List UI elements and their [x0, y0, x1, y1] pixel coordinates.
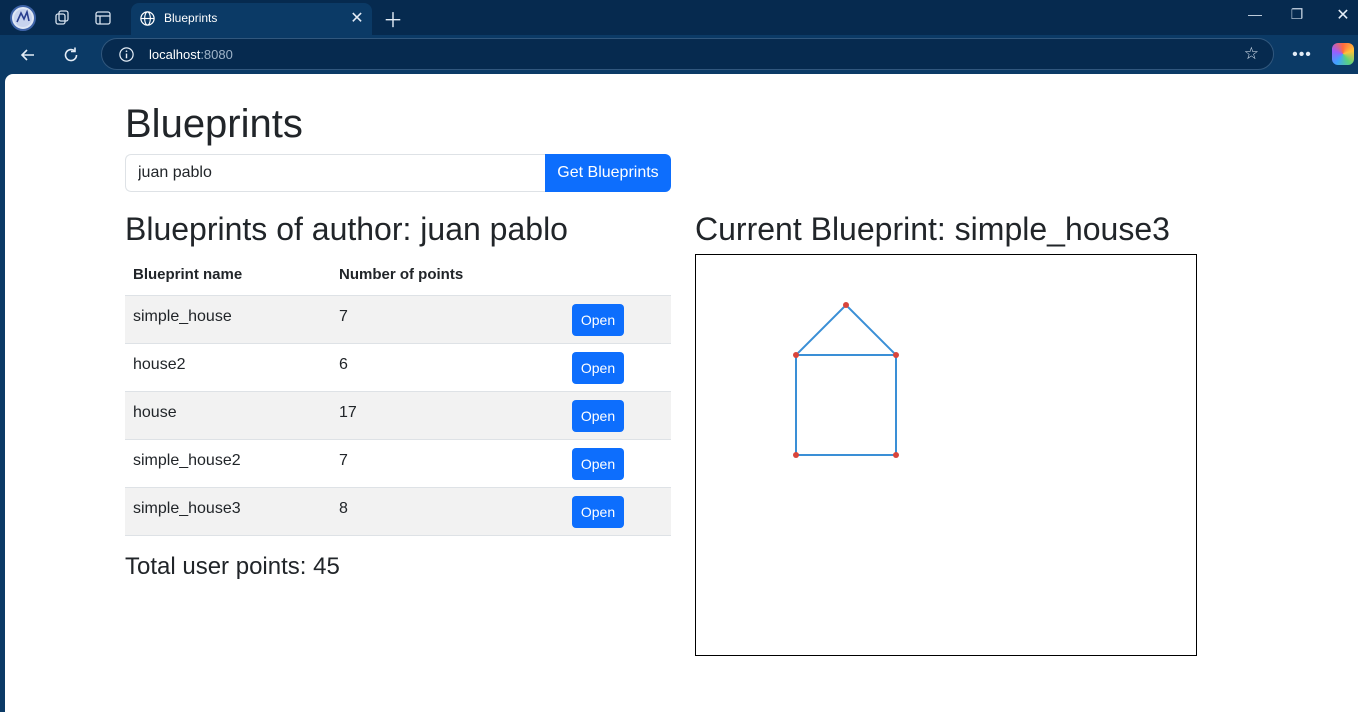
navigation-bar: localhost:8080 ☆ •••: [0, 35, 1358, 74]
blueprint-drawing: [793, 302, 899, 458]
blueprint-name-cell: house2: [125, 342, 331, 391]
points-cell: 17: [331, 390, 564, 439]
favorite-star-icon[interactable]: ☆: [1244, 44, 1259, 64]
column-header-name: Blueprint name: [133, 266, 243, 284]
more-icon[interactable]: •••: [1289, 42, 1315, 68]
restore-icon[interactable]: ❐: [1285, 6, 1309, 23]
get-blueprints-button[interactable]: Get Blueprints: [545, 154, 671, 192]
active-tab[interactable]: Blueprints ✕: [131, 3, 372, 35]
points-cell: 7: [331, 438, 564, 487]
action-cell: Open: [564, 342, 671, 391]
action-cell: Open: [564, 486, 671, 536]
minimize-icon[interactable]: —: [1243, 6, 1267, 22]
table-row: simple_house2 7 Open: [125, 438, 671, 487]
column-header-action: [564, 255, 671, 295]
tab-actions-icon[interactable]: [91, 6, 115, 30]
blueprint-point: [843, 302, 849, 308]
window-close-icon[interactable]: ✕: [1331, 5, 1355, 25]
blueprint-point: [793, 352, 799, 358]
profile-avatar-icon[interactable]: [10, 5, 36, 31]
blueprint-canvas[interactable]: [695, 254, 1197, 656]
action-cell: Open: [564, 390, 671, 439]
total-points: Total user points: 45: [125, 553, 340, 580]
url-host: localhost: [149, 47, 201, 62]
action-cell: Open: [564, 294, 671, 343]
author-heading: Blueprints of author: juan pablo: [125, 211, 568, 247]
url-port: :8080: [200, 47, 233, 62]
open-button[interactable]: Open: [572, 399, 624, 432]
current-blueprint-heading: Current Blueprint: simple_house3: [695, 211, 1170, 247]
refresh-icon[interactable]: [58, 42, 84, 68]
blueprint-name-cell: simple_house: [125, 294, 331, 343]
blueprint-outline: [795, 303, 899, 456]
blueprints-table: Blueprint name Number of points simple_h…: [125, 255, 671, 536]
blueprint-name-cell: house: [125, 390, 331, 439]
author-search: Get Blueprints: [125, 154, 671, 192]
points-cell: 6: [331, 342, 564, 391]
back-icon[interactable]: [15, 42, 41, 68]
workspaces-icon[interactable]: [50, 6, 74, 30]
page-viewport: Blueprints Get Blueprints Blueprints of …: [5, 74, 1358, 712]
url-text: localhost:8080: [149, 47, 233, 62]
info-icon[interactable]: [118, 46, 135, 68]
page-title: Blueprints: [125, 102, 303, 146]
tab-strip: Blueprints ✕ ＋ — ❐ ✕: [0, 0, 1358, 35]
table-header-row: Blueprint name Number of points: [125, 255, 671, 295]
new-tab-icon[interactable]: ＋: [381, 6, 405, 32]
copilot-icon[interactable]: [1332, 43, 1354, 65]
column-header-points: Number of points: [339, 266, 464, 284]
open-button[interactable]: Open: [572, 495, 624, 528]
table-row: house 17 Open: [125, 390, 671, 439]
points-cell: 8: [331, 486, 564, 536]
open-button[interactable]: Open: [572, 351, 624, 384]
blueprint-name-cell: simple_house3: [125, 486, 331, 536]
tab-title: Blueprints: [164, 11, 218, 25]
author-input[interactable]: [125, 154, 546, 192]
blueprint-point: [893, 452, 899, 458]
open-button[interactable]: Open: [572, 303, 624, 336]
table-row: house2 6 Open: [125, 342, 671, 391]
action-cell: Open: [564, 438, 671, 487]
table-row: simple_house3 8 Open: [125, 486, 671, 536]
globe-icon: [139, 10, 156, 32]
open-button[interactable]: Open: [572, 447, 624, 480]
blueprint-point: [893, 352, 899, 358]
blueprint-point: [793, 452, 799, 458]
blueprint-name-cell: simple_house2: [125, 438, 331, 487]
address-bar[interactable]: localhost:8080 ☆: [101, 38, 1274, 70]
table-row: simple_house 7 Open: [125, 294, 671, 343]
points-cell: 7: [331, 294, 564, 343]
close-icon[interactable]: ✕: [347, 8, 367, 28]
